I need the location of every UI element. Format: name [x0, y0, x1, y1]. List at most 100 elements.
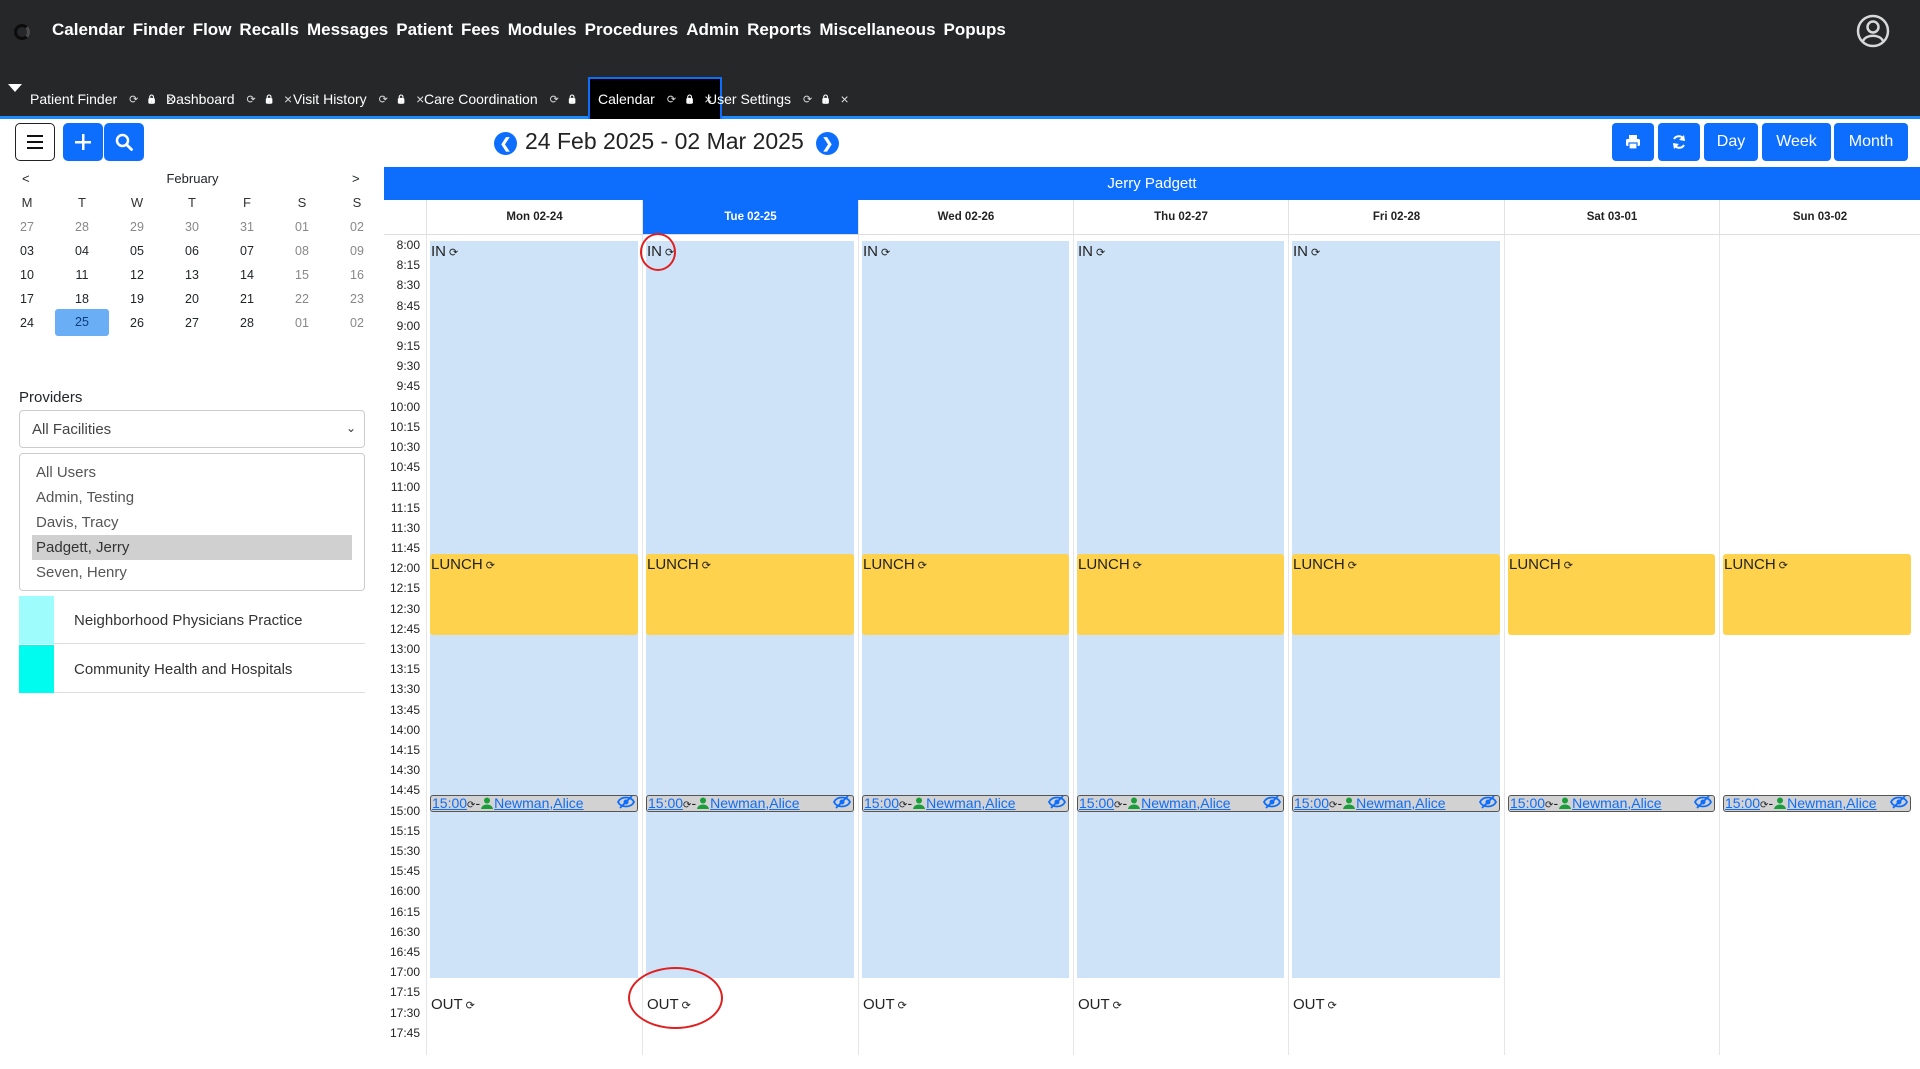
eye-slash-icon[interactable] [1262, 795, 1282, 809]
appointment-time[interactable]: 15:00 [1510, 796, 1545, 811]
menu-item-reports[interactable]: Reports [747, 20, 811, 40]
day-header[interactable]: Tue 02-25 [642, 200, 858, 234]
facility-select[interactable]: All Facilities ⌄ [19, 410, 365, 448]
menu-item-patient[interactable]: Patient [396, 20, 453, 40]
refresh-icon[interactable]: ⟳ [918, 560, 927, 572]
user-circle-icon[interactable] [1856, 14, 1890, 48]
prev-week-button[interactable]: ❮ [494, 132, 517, 155]
eye-slash-icon[interactable] [616, 795, 636, 809]
tab-calendar[interactable]: Calendar ⟳ 🔒 × [588, 77, 723, 119]
in-label[interactable]: IN ⟳ [431, 243, 458, 260]
mini-calendar-day[interactable]: 12 [110, 262, 164, 289]
mini-calendar-day[interactable]: 28 [55, 214, 109, 241]
refresh-icon[interactable]: ⟳ [550, 93, 559, 106]
lock-icon[interactable]: 🔒 [684, 94, 695, 105]
appointment-patient[interactable]: Newman,Alice [1356, 796, 1445, 811]
hamburger-menu-button[interactable] [15, 123, 55, 161]
day-header[interactable]: Fri 02-28 [1288, 200, 1504, 234]
tab-visit-history[interactable]: Visit History ⟳ 🔒 × [293, 80, 424, 118]
refresh-icon[interactable]: ⟳ [1311, 247, 1320, 259]
appointment[interactable]: 15:00⟳- Newman,Alice [1077, 794, 1284, 812]
tab-care-coordination[interactable]: Care Coordination⟳🔒× [424, 80, 595, 118]
mini-calendar-day[interactable]: 21 [220, 286, 274, 313]
mini-calendar-next-button[interactable]: > [352, 171, 360, 186]
refresh-icon[interactable]: ⟳ [1113, 1000, 1122, 1012]
menu-item-fees[interactable]: Fees [461, 20, 500, 40]
eye-slash-icon[interactable] [1047, 795, 1067, 809]
mini-calendar-day[interactable]: 09 [330, 238, 384, 265]
lock-icon[interactable]: 🔒 [146, 94, 157, 105]
in-label[interactable]: IN ⟳ [1078, 243, 1105, 260]
refresh-icon[interactable]: ⟳ [803, 93, 812, 106]
lunch-label[interactable]: LUNCH ⟳ [1078, 556, 1142, 573]
menu-item-procedures[interactable]: Procedures [585, 20, 679, 40]
search-button[interactable] [104, 123, 144, 161]
out-label[interactable]: OUT ⟳ [863, 996, 907, 1013]
mini-calendar-day[interactable]: 17 [0, 286, 54, 313]
out-label[interactable]: OUT ⟳ [1293, 996, 1337, 1013]
in-label[interactable]: IN ⟳ [863, 243, 890, 260]
caret-down-icon[interactable] [8, 84, 22, 92]
mini-calendar-day[interactable]: 04 [55, 238, 109, 265]
mini-calendar-day[interactable]: 06 [165, 238, 219, 265]
menu-item-messages[interactable]: Messages [307, 20, 388, 40]
mini-calendar-day[interactable]: 27 [0, 214, 54, 241]
refresh-icon[interactable]: ⟳ [486, 560, 495, 572]
lock-icon[interactable]: 🔒 [567, 94, 578, 105]
lunch-label[interactable]: LUNCH ⟳ [1509, 556, 1573, 573]
lock-icon[interactable]: 🔒 [264, 94, 275, 105]
add-appointment-button[interactable] [63, 123, 103, 161]
mini-calendar-day[interactable]: 02 [330, 214, 384, 241]
appointment[interactable]: 15:00⟳- Newman,Alice [646, 794, 854, 812]
out-label[interactable]: OUT ⟳ [1078, 996, 1122, 1013]
tab-user-settings[interactable]: User Settings ⟳ 🔒 × [707, 80, 849, 118]
menu-item-flow[interactable]: Flow [193, 20, 232, 40]
print-button[interactable] [1612, 123, 1654, 161]
user-option[interactable]: Davis, Tracy [32, 510, 352, 535]
eye-slash-icon[interactable] [832, 795, 852, 809]
day-header[interactable]: Mon 02-24 [426, 200, 642, 234]
menu-item-recalls[interactable]: Recalls [239, 20, 299, 40]
mini-calendar-day[interactable]: 14 [220, 262, 274, 289]
menu-item-calendar[interactable]: Calendar [52, 20, 125, 40]
appointment-patient[interactable]: Newman,Alice [1572, 796, 1661, 811]
mini-calendar-day[interactable]: 01 [275, 214, 329, 241]
user-option[interactable]: Seven, Henry [32, 560, 352, 585]
eye-slash-icon[interactable] [1693, 795, 1713, 809]
close-icon[interactable]: × [284, 91, 292, 107]
mini-calendar-day[interactable]: 31 [220, 214, 274, 241]
refresh-icon[interactable]: ⟳ [667, 93, 676, 106]
mini-calendar-day[interactable]: 30 [165, 214, 219, 241]
refresh-icon[interactable]: ⟳ [1779, 560, 1788, 572]
mini-calendar-day[interactable]: 24 [0, 310, 54, 337]
mini-calendar-day[interactable]: 20 [165, 286, 219, 313]
appointment-patient[interactable]: Newman,Alice [1141, 796, 1230, 811]
refresh-icon[interactable]: ⟳ [898, 1000, 907, 1012]
mini-calendar-prev-button[interactable]: < [22, 171, 30, 186]
refresh-icon[interactable]: ⟳ [1328, 1000, 1337, 1012]
mini-calendar-day[interactable]: 10 [0, 262, 54, 289]
lunch-label[interactable]: LUNCH ⟳ [1293, 556, 1357, 573]
tab-patient-finder[interactable]: Patient Finder ⟳ 🔒 × [30, 80, 175, 118]
in-label[interactable]: IN ⟳ [1293, 243, 1320, 260]
refresh-icon[interactable]: ⟳ [1348, 560, 1357, 572]
menu-item-popups[interactable]: Popups [944, 20, 1006, 40]
appointment[interactable]: 15:00⟳- Newman,Alice [1723, 794, 1911, 812]
mini-calendar-day[interactable]: 27 [165, 310, 219, 337]
user-option[interactable]: Padgett, Jerry [32, 535, 352, 560]
out-label[interactable]: OUT ⟳ [431, 996, 475, 1013]
mini-calendar-day[interactable]: 19 [110, 286, 164, 313]
menu-item-finder[interactable]: Finder [133, 20, 185, 40]
eye-slash-icon[interactable] [1478, 795, 1498, 809]
appointment-time[interactable]: 15:00 [1294, 796, 1329, 811]
refresh-icon[interactable]: ⟳ [702, 560, 711, 572]
appointment[interactable]: 15:00⟳- Newman,Alice [862, 794, 1069, 812]
mini-calendar-day[interactable]: 23 [330, 286, 384, 313]
refresh-icon[interactable]: ⟳ [247, 93, 256, 106]
day-header[interactable]: Sat 03-01 [1504, 200, 1719, 234]
lock-icon[interactable]: 🔒 [820, 94, 831, 105]
mini-calendar-day[interactable]: 29 [110, 214, 164, 241]
refresh-button[interactable] [1658, 123, 1700, 161]
appointment-patient[interactable]: Newman,Alice [1787, 796, 1876, 811]
close-icon[interactable]: × [840, 91, 848, 107]
